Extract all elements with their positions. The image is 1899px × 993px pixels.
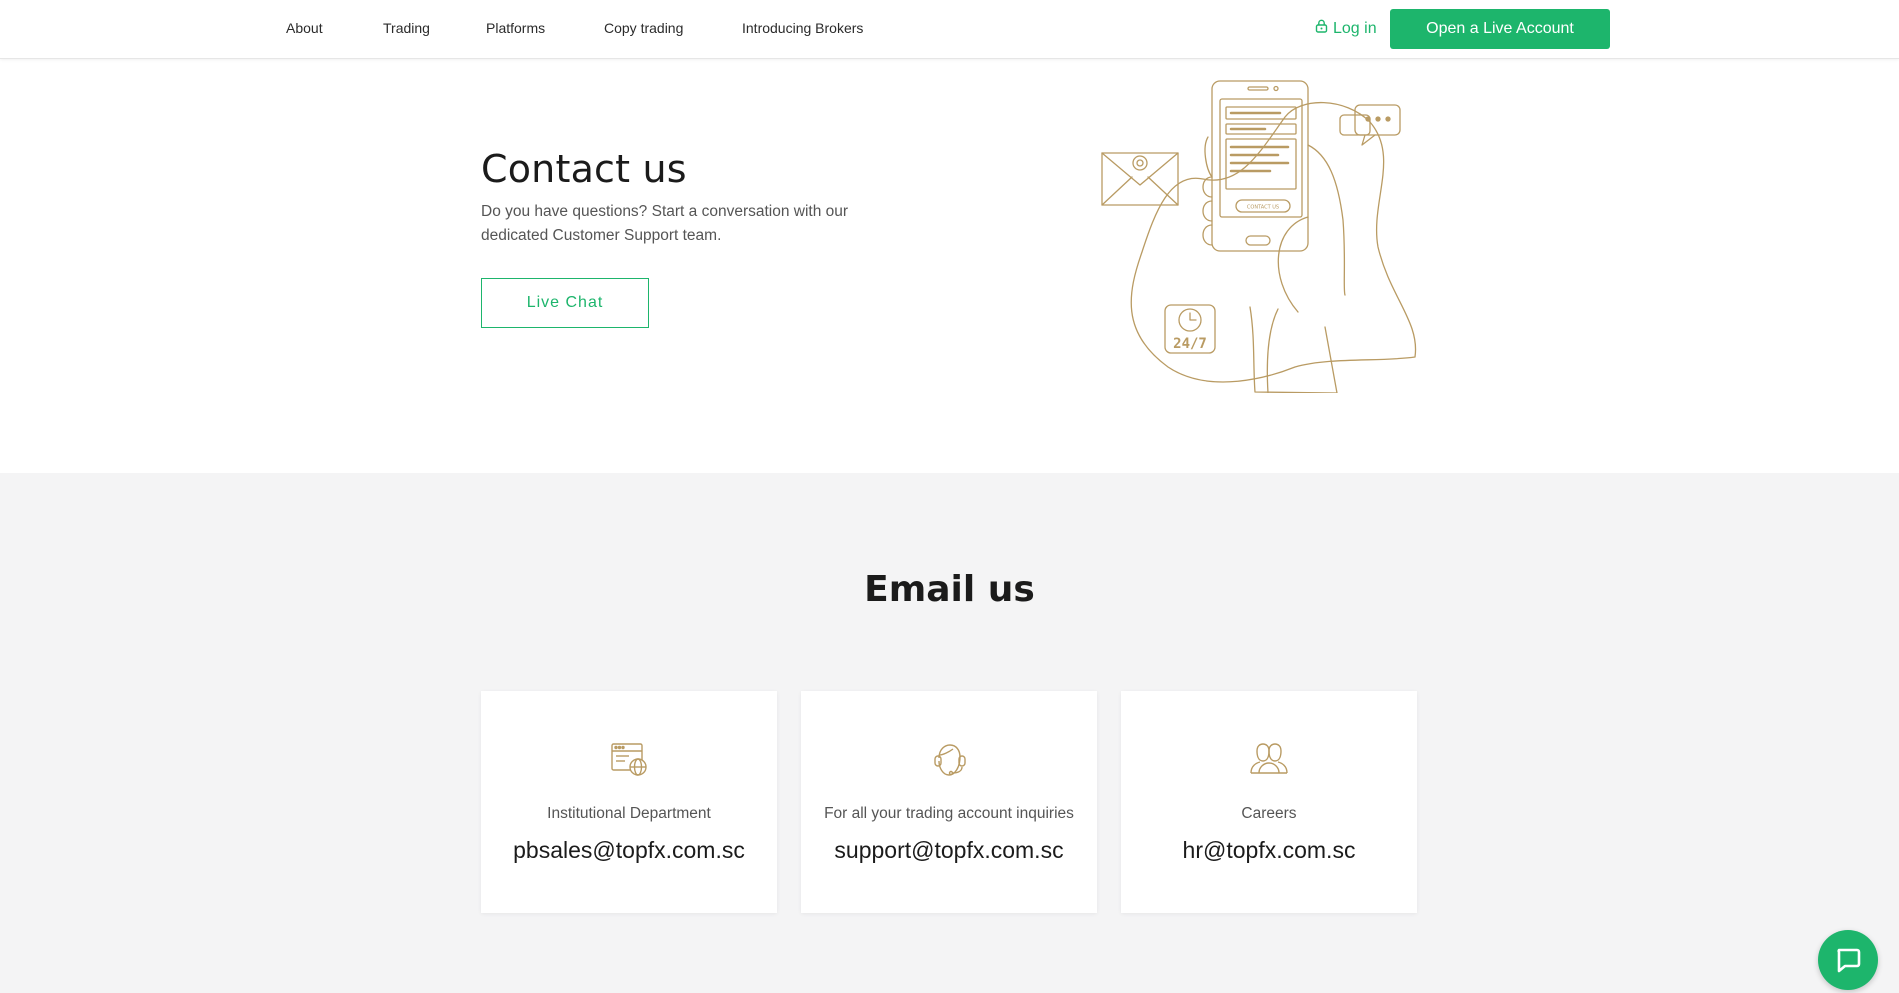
nav-trading[interactable]: Trading [383,20,430,36]
email-us-section: Email us Institutional Department pbsale… [0,473,1899,993]
people-icon [1250,743,1288,774]
nav-platforms[interactable]: Platforms [486,20,545,36]
nav-copy-trading[interactable]: Copy trading [604,20,683,36]
lock-icon [1315,19,1328,38]
open-live-account-button[interactable]: Open a Live Account [1390,9,1610,49]
nav-about[interactable]: About [286,20,323,36]
card-label: Institutional Department [547,805,711,822]
nav-introducing-brokers[interactable]: Introducing Brokers [742,20,863,36]
login-label: Log in [1333,19,1377,37]
email-card-support: For all your trading account inquiries s… [801,691,1097,913]
web-globe-icon [611,743,647,776]
section-title: Email us [864,569,1035,610]
card-label: Careers [1241,805,1297,822]
contact-hero: Contact us Do you have questions? Start … [0,59,1899,473]
chat-icon [1837,948,1861,973]
card-label: For all your trading account inquiries [824,805,1074,822]
login-link[interactable]: Log in [1315,19,1377,38]
badge-24-7-text: 24/7 [1173,336,1207,352]
envelope-icon [1101,152,1179,206]
illustration-contact-text: CONTACT US [1247,205,1279,211]
email-card-institutional: Institutional Department pbsales@topfx.c… [481,691,777,913]
email-link-hr[interactable]: hr@topfx.com.sc [1121,837,1417,864]
email-link-pbsales[interactable]: pbsales@topfx.com.sc [481,837,777,864]
chat-widget-button[interactable] [1818,930,1878,990]
email-card-careers: Careers hr@topfx.com.sc [1121,691,1417,913]
page-title: Contact us [481,147,687,191]
top-navbar: About Trading Platforms Copy trading Int… [0,0,1899,59]
contact-illustration: CONTACT US 24/7 [1101,80,1417,393]
hero-description: Do you have questions? Start a conversat… [481,203,849,244]
live-chat-button[interactable]: Live Chat [481,278,649,328]
email-link-support[interactable]: support@topfx.com.sc [801,837,1097,864]
headset-support-icon [934,744,966,776]
